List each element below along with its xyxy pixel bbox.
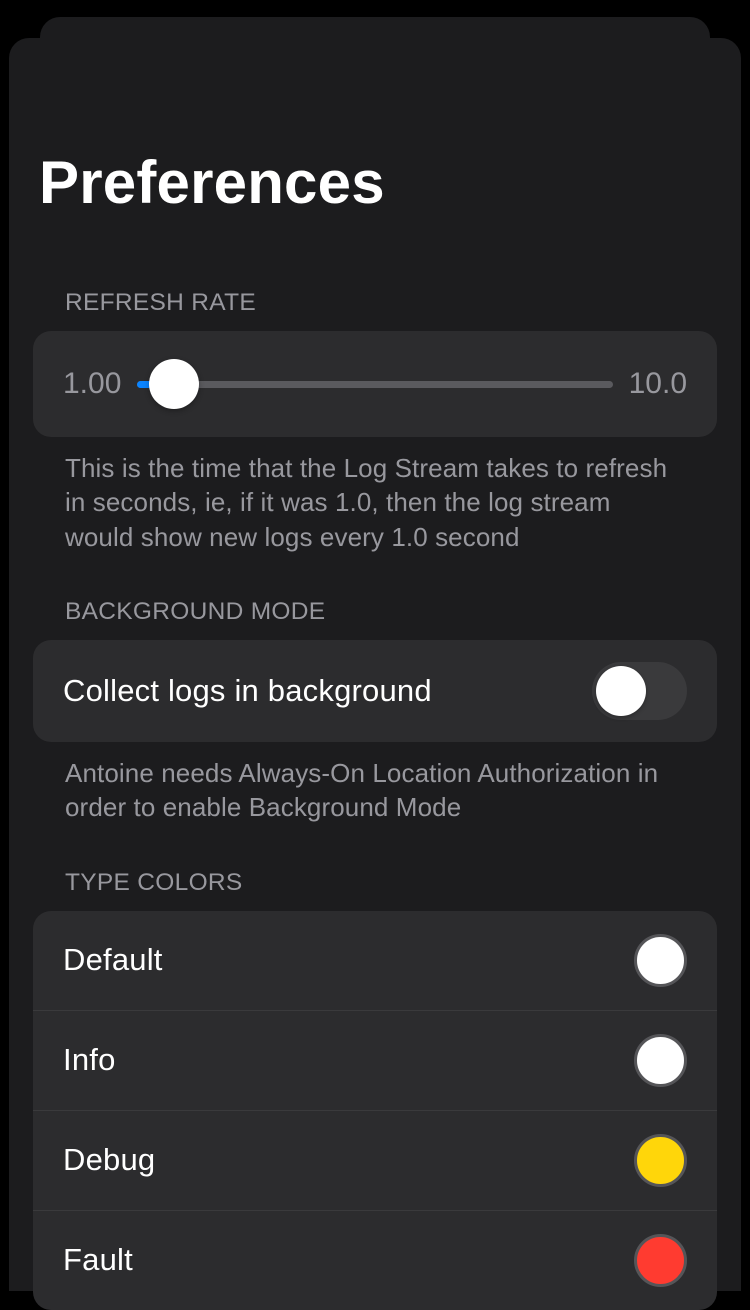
background-mode-cell: Collect logs in background [33,640,717,742]
background-mode-toggle[interactable] [592,662,687,720]
type-color-label: Debug [63,1142,155,1178]
toggle-knob [596,666,646,716]
slider-max-label: 10.0 [629,367,687,401]
slider-thumb[interactable] [149,359,199,409]
background-mode-group: Collect logs in background [33,640,717,742]
type-color-label: Default [63,942,163,978]
refresh-rate-slider-cell: 1.00 10.0 [33,331,717,437]
color-swatch-icon[interactable] [634,1234,687,1287]
type-colors-group: Default Info Debug Fault [33,911,717,1310]
type-color-label: Fault [63,1242,133,1278]
background-mode-label: Collect logs in background [63,673,432,709]
slider-min-label: 1.00 [63,367,121,401]
refresh-rate-header: REFRESH RATE [9,289,741,317]
type-colors-header: TYPE COLORS [9,869,741,897]
color-swatch-icon[interactable] [634,1134,687,1187]
refresh-rate-footer: This is the time that the Log Stream tak… [9,437,741,554]
type-color-row-debug[interactable]: Debug [33,1110,717,1210]
type-color-row-info[interactable]: Info [33,1010,717,1110]
page-title: Preferences [9,148,741,217]
type-color-row-fault[interactable]: Fault [33,1210,717,1310]
background-mode-footer: Antoine needs Always-On Location Authori… [9,742,741,825]
slider-track [137,381,612,388]
color-swatch-icon[interactable] [634,1034,687,1087]
preferences-sheet: Preferences REFRESH RATE 1.00 10.0 This … [9,38,741,1291]
color-swatch-icon[interactable] [634,934,687,987]
refresh-rate-group: 1.00 10.0 [33,331,717,437]
type-color-row-default[interactable]: Default [33,911,717,1010]
background-mode-header: BACKGROUND MODE [9,598,741,626]
type-color-label: Info [63,1042,116,1078]
refresh-rate-slider[interactable] [137,359,612,409]
